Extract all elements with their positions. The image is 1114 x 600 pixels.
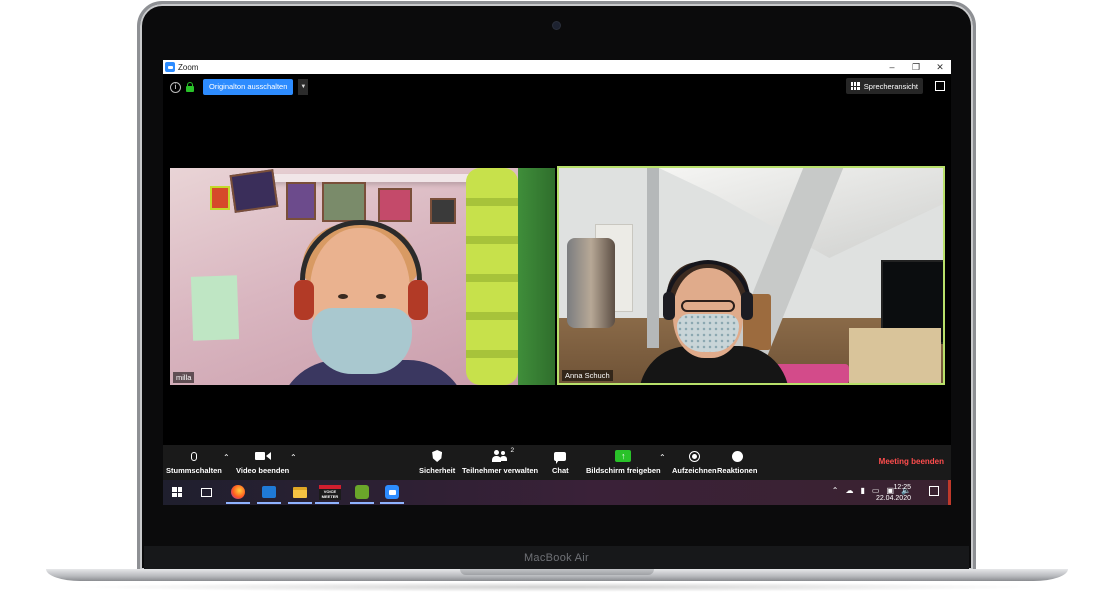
original-sound-dropdown-icon[interactable]: ▼ [298,79,309,95]
clock-date: 22.04.2020 [875,495,911,502]
lock-icon[interactable] [186,82,194,92]
participant-name-label: Anna Schuch [562,370,613,381]
headphone-right [741,292,753,320]
picture-frame [322,182,366,222]
show-desktop-button[interactable] [948,480,951,505]
speaker-view-label: Sprecheransicht [863,81,918,91]
video-camera-icon [254,449,271,463]
share-screen-icon: ↑ [615,449,632,463]
manage-participants-button[interactable]: 2 Teilnehmer verwalten [462,447,539,475]
firefox-icon[interactable] [226,484,250,504]
pillar [647,168,659,348]
windows-taskbar: VOICE MEETER ⌃ ☁ ▮ ▭ ▣ 🔈 12:25 22.04.202… [163,480,951,505]
end-meeting-button[interactable]: Meeting beenden [879,457,944,466]
green-fabric [518,168,555,385]
security-button[interactable]: Sicherheit [419,449,455,475]
mute-label: Stummschalten [166,466,222,475]
milla-shelf [270,174,470,182]
chat-icon [552,449,568,464]
laptop-notch [460,569,654,575]
meeting-top-left: i Originalton ausschalten ▼ [170,79,309,95]
speaker-view-button[interactable]: Sprecheransicht [845,78,923,94]
headphone-left [294,280,314,320]
notification-icon[interactable] [929,486,939,496]
window-controls: – ❐ ✕ [887,60,945,74]
headphone-left [663,292,675,320]
record-label: Aufzeichnen [672,466,717,475]
show-hidden-icons-chevron-icon[interactable]: ⌃ [832,486,839,495]
app-icon[interactable] [350,484,374,504]
task-view-icon[interactable] [198,484,214,500]
restore-button[interactable]: ❐ [911,60,921,74]
decoration [210,186,230,210]
original-sound-button[interactable]: Originalton ausschalten [203,79,294,95]
chat-button[interactable]: Chat [552,449,569,475]
info-icon[interactable]: i [170,81,181,93]
record-button[interactable]: Aufzeichnen [672,449,717,475]
speaker-view-grid-icon [850,82,860,90]
stop-video-label: Video beenden [236,466,290,475]
share-options-chevron-icon[interactable]: ⌃ [659,453,666,462]
meeting-toolbar: Stummschalten ⌃ Video beenden ⌃ Sicherhe… [163,445,951,480]
taskbar-clock[interactable]: 12:25 22.04.2020 [876,482,911,504]
milla-eye [376,294,386,299]
file-explorer-icon[interactable] [288,484,312,504]
microphone-icon [186,449,202,463]
shield-icon [429,449,445,463]
share-screen-button[interactable]: ↑ Bildschirm freigeben [586,449,661,475]
laptop-brand-label: MacBook Air [523,552,590,564]
manage-participants-label: Teilnehmer verwalten [462,466,539,475]
zoom-icon[interactable] [380,484,404,504]
video-tile-milla[interactable]: milla [170,168,555,385]
laptop-screen: Zoom – ❐ ✕ i Originalton ausschalten ▼ S… [163,60,951,505]
bookshelf [849,328,941,383]
participant-name-label: milla [173,372,195,383]
reactions-icon [729,449,745,463]
window-title: Zoom [178,62,199,72]
zoom-logo-icon [165,62,175,72]
chat-label: Chat [552,466,569,475]
security-label: Sicherheit [419,466,456,475]
wall-note [190,275,240,341]
headphone-right [408,280,428,320]
picture-frame [430,198,456,224]
record-icon [686,449,702,463]
picture-frame [378,188,412,222]
onedrive-icon[interactable]: ☁ [846,486,854,495]
close-button[interactable]: ✕ [935,60,945,74]
outlook-icon[interactable] [257,484,281,504]
voicemeeter-icon[interactable]: VOICE MEETER [315,484,341,504]
clock-time: 12:25 [893,484,911,491]
face-mask [312,308,412,374]
voicemeeter-label: VOICE MEETER [319,484,341,500]
fullscreen-icon[interactable] [935,81,945,91]
glasses [681,300,735,312]
window-titlebar: Zoom – ❐ ✕ [163,60,951,74]
minimize-button[interactable]: – [887,60,897,74]
mute-button[interactable]: Stummschalten [166,449,222,475]
green-curtain [466,168,518,385]
coat-rack [567,238,615,328]
microphone-tray-icon[interactable]: ▮ [861,486,865,495]
picture-frame [229,169,279,213]
video-options-chevron-icon[interactable]: ⌃ [290,453,297,462]
meeting-top-right: Sprecheransicht [845,78,945,94]
milla-eye [338,294,348,299]
share-screen-label: Bildschirm freigeben [586,466,661,475]
laptop-shadow [70,582,1044,592]
participants-count: 2 [510,447,515,454]
participants-icon: 2 [492,447,514,463]
video-tile-anna-schuch[interactable]: Anna Schuch [557,166,945,385]
reactions-label: Reaktionen [717,466,758,475]
laptop-camera [553,22,560,29]
audio-options-chevron-icon[interactable]: ⌃ [223,453,230,462]
reactions-button[interactable]: Reaktionen [717,449,757,475]
windows-start-icon[interactable] [169,484,185,500]
stop-video-button[interactable]: Video beenden [236,449,289,475]
picture-frame [286,182,316,220]
laptop-bezel: MacBook Air [144,546,969,570]
